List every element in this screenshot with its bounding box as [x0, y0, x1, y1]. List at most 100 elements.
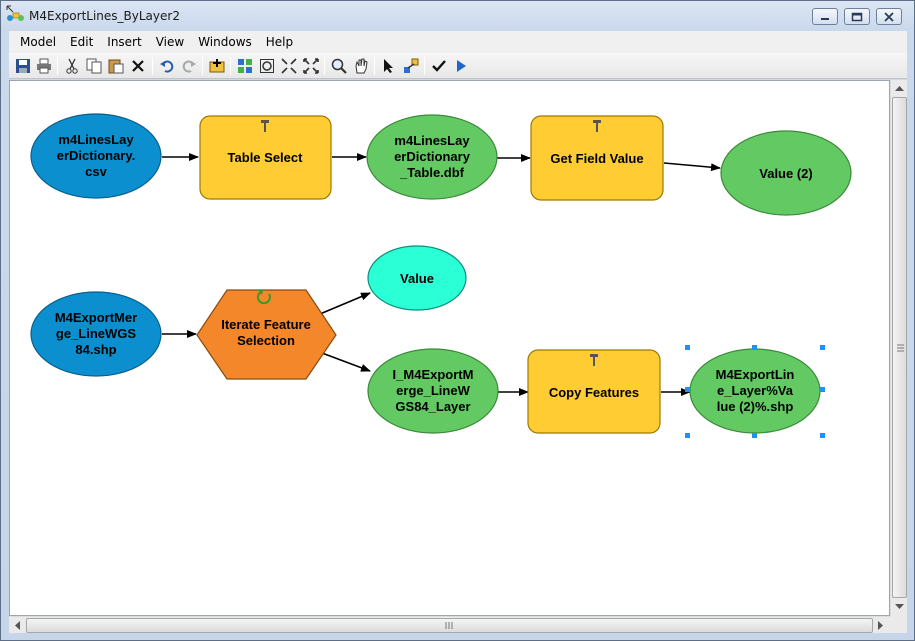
- model-canvas[interactable]: m4LinesLay erDictionary. csv Table Selec…: [9, 80, 890, 616]
- full-extent-button[interactable]: [257, 56, 277, 76]
- scroll-down-button[interactable]: [891, 599, 907, 615]
- maximize-button[interactable]: [844, 8, 870, 25]
- input-csv-node[interactable]: m4LinesLay erDictionary. csv: [30, 113, 162, 199]
- arrow-up-icon: [894, 86, 904, 91]
- validate-icon: [432, 60, 446, 72]
- selection-handle: [820, 387, 825, 392]
- horizontal-scroll-thumb[interactable]: [26, 618, 873, 633]
- menu-model[interactable]: Model: [9, 32, 63, 52]
- iterate-feature-selection-tool[interactable]: Iterate Feature Selection: [196, 289, 337, 380]
- node-label-line: _Table.dbf: [399, 165, 465, 180]
- zoom-in-fixed-button[interactable]: [301, 56, 321, 76]
- undo-button[interactable]: [157, 56, 177, 76]
- connect-icon: [404, 58, 419, 73]
- selection-handle: [752, 345, 757, 350]
- delete-icon: [132, 60, 144, 72]
- add-data-icon: [209, 59, 225, 73]
- auto-layout-button[interactable]: [235, 56, 255, 76]
- value-2-node[interactable]: Value (2): [720, 130, 852, 216]
- pan-button[interactable]: [351, 56, 371, 76]
- node-label-line: Value: [400, 271, 434, 286]
- model-diagram: m4LinesLay erDictionary. csv Table Selec…: [30, 113, 852, 438]
- select-button[interactable]: [379, 56, 399, 76]
- redo-button[interactable]: [179, 56, 199, 76]
- arrow-down-icon: [894, 604, 904, 609]
- maximize-icon: [851, 12, 863, 21]
- grip-icon: [445, 622, 453, 629]
- print-button[interactable]: [34, 56, 54, 76]
- save-icon: [16, 59, 30, 73]
- vertical-scrollbar[interactable]: [890, 80, 907, 616]
- input-shp-node[interactable]: M4ExportMer ge_LineWGS 84.shp: [30, 291, 162, 377]
- validate-button[interactable]: [429, 56, 449, 76]
- node-label-line: erge_LineW: [396, 383, 470, 398]
- connector: [319, 292, 371, 315]
- scroll-up-button[interactable]: [891, 80, 907, 96]
- minimize-icon: [821, 17, 829, 20]
- close-icon: [884, 11, 894, 22]
- connector: [663, 162, 721, 172]
- node-label-line: m4LinesLay: [394, 133, 470, 148]
- arrow-left-icon: [15, 620, 20, 630]
- pan-icon: [355, 58, 368, 74]
- menu-view[interactable]: View: [149, 32, 191, 52]
- node-label-line: erDictionary: [394, 149, 471, 164]
- layer-node[interactable]: I_M4ExportM erge_LineW GS84_Layer: [367, 348, 499, 434]
- table-select-tool[interactable]: Table Select: [199, 115, 332, 200]
- copy-button[interactable]: [84, 56, 104, 76]
- connector: [321, 352, 371, 372]
- close-button[interactable]: [876, 8, 902, 25]
- selection-handle: [820, 345, 825, 350]
- node-label-line: e_Layer%Va: [717, 383, 794, 398]
- node-label-line: 84.shp: [75, 342, 116, 357]
- scroll-left-button[interactable]: [9, 617, 25, 633]
- zoom-icon: [331, 58, 347, 74]
- node-label-line: Table Select: [228, 150, 304, 165]
- undo-icon: [160, 60, 174, 73]
- auto-layout-icon: [238, 59, 252, 73]
- menu-help[interactable]: Help: [259, 32, 300, 52]
- node-label-line: csv: [85, 164, 107, 179]
- window-title: M4ExportLines_ByLayer2: [29, 9, 180, 23]
- save-button[interactable]: [13, 56, 33, 76]
- node-label-line: M4ExportMer: [55, 310, 137, 325]
- delete-button[interactable]: [128, 56, 148, 76]
- selection-handle: [685, 345, 690, 350]
- redo-icon: [182, 60, 196, 73]
- node-label-line: Value (2): [759, 166, 812, 181]
- title-bar[interactable]: M4ExportLines_ByLayer2: [1, 1, 914, 31]
- node-label-line: GS84_Layer: [395, 399, 470, 414]
- horizontal-scrollbar[interactable]: [9, 616, 890, 633]
- scroll-right-button[interactable]: [873, 617, 889, 633]
- paste-button[interactable]: [106, 56, 126, 76]
- menu-bar: Model Edit Insert View Windows Help: [9, 31, 907, 53]
- node-label-line: Get Field Value: [550, 151, 643, 166]
- copy-features-tool[interactable]: Copy Features: [527, 349, 661, 434]
- menu-windows[interactable]: Windows: [191, 32, 259, 52]
- scrollbar-corner: [890, 616, 907, 633]
- menu-insert[interactable]: Insert: [100, 32, 148, 52]
- get-field-value-tool[interactable]: Get Field Value: [530, 115, 664, 201]
- add-data-button[interactable]: [207, 56, 227, 76]
- grip-icon: [897, 344, 904, 352]
- menu-edit[interactable]: Edit: [63, 32, 100, 52]
- node-label-line: I_M4ExportM: [393, 367, 474, 382]
- run-button[interactable]: [451, 56, 471, 76]
- node-label-line: Selection: [237, 333, 295, 348]
- selection-handle: [685, 387, 690, 392]
- minimize-button[interactable]: [812, 8, 838, 25]
- output-shp-node[interactable]: M4ExportLin e_Layer%Va lue (2)%.shp: [689, 348, 821, 434]
- zoom-button[interactable]: [329, 56, 349, 76]
- connect-button[interactable]: [401, 56, 421, 76]
- paste-icon: [108, 59, 124, 74]
- selection-handle: [820, 433, 825, 438]
- cut-icon: [66, 58, 78, 74]
- run-icon: [457, 60, 466, 72]
- fixed-zoom-out-button[interactable]: [279, 56, 299, 76]
- fixed-zoom-out-icon: [281, 58, 297, 74]
- value-node[interactable]: Value: [367, 245, 467, 311]
- selection-handle: [685, 433, 690, 438]
- cut-button[interactable]: [62, 56, 82, 76]
- vertical-scroll-thumb[interactable]: [892, 97, 907, 598]
- table-dbf-node[interactable]: m4LinesLay erDictionary _Table.dbf: [366, 114, 498, 200]
